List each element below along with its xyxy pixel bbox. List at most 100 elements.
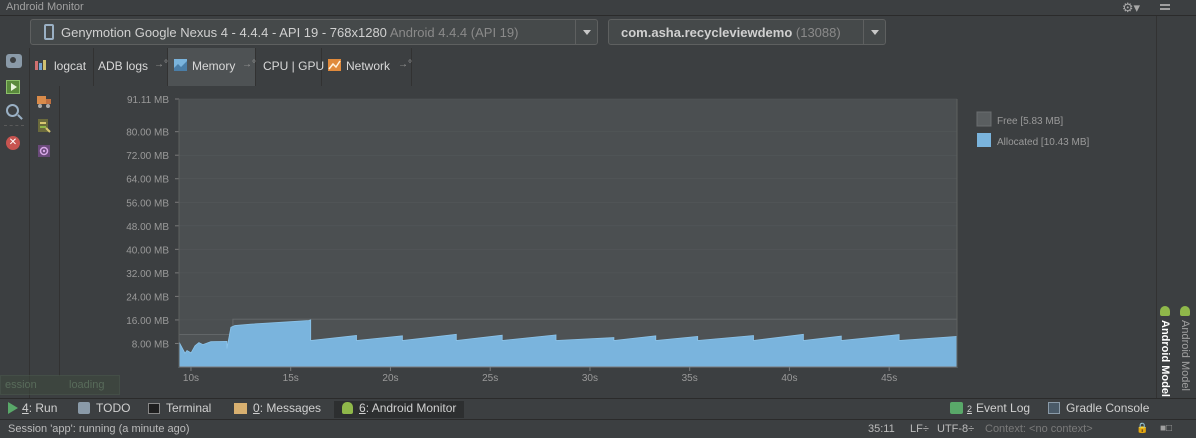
event-log-tool-button[interactable]: 2 Event Log — [950, 401, 1030, 418]
device-name: Genymotion Google Nexus 4 - 4.4.4 - API … — [61, 25, 387, 40]
lock-icon[interactable]: 🔒 — [1136, 423, 1148, 434]
allocation-tracking-icon[interactable] — [37, 144, 51, 158]
gradle-console-label: Gradle Console — [1066, 401, 1150, 415]
x-tick-label: 10s — [183, 373, 199, 384]
memory-indicator-icon[interactable]: ■□ — [1160, 423, 1172, 434]
gear-icon[interactable]: ⚙▾ — [1122, 0, 1140, 16]
caret-position[interactable]: 35:11 — [868, 423, 895, 435]
background-task-indicator: ession loading — [0, 375, 120, 395]
process-selector[interactable]: com.asha.recycleviewdemo (13088) — [608, 19, 886, 45]
event-log-label: Event Log — [976, 401, 1031, 415]
todo-icon — [78, 402, 90, 414]
tab-logcat[interactable]: logcat — [30, 48, 94, 86]
tab-memory[interactable]: Memory →° — [168, 48, 256, 86]
y-tick-label: 64.00 MB — [126, 175, 169, 186]
terminal-tool-button[interactable]: Terminal — [148, 401, 211, 418]
monitor-tool-number: 6 — [359, 401, 366, 415]
legend-label-allocated: Allocated [10.43 MB] — [997, 137, 1089, 148]
messages-tool-label: : Messages — [259, 401, 322, 415]
android-model-tab-2[interactable]: Android Model — [1179, 306, 1191, 391]
terminate-icon[interactable]: ✕ — [6, 136, 20, 150]
device-selector-label: Genymotion Google Nexus 4 - 4.4.4 - API … — [61, 25, 518, 40]
x-tick-label: 30s — [582, 373, 598, 384]
x-tick-label: 15s — [283, 373, 299, 384]
y-tick-label: 56.00 MB — [126, 198, 169, 209]
event-log-icon — [950, 402, 963, 414]
memory-icon — [174, 59, 187, 71]
process-pid: (13088) — [795, 25, 841, 40]
todo-tool-label: TODO — [96, 401, 131, 415]
ghost-text-left: ession — [5, 379, 37, 391]
y-tick-label: 91.11 MB — [127, 95, 169, 106]
messages-tool-number: 0 — [253, 401, 260, 415]
phone-icon — [44, 24, 54, 40]
gc-truck-icon[interactable] — [37, 94, 51, 108]
android-monitor-tool-button[interactable]: 6: Android Monitor — [334, 401, 465, 418]
tool-window-bar: 4: Run TODO Terminal 0: Messages 6: Andr… — [0, 398, 1196, 418]
device-selector[interactable]: Genymotion Google Nexus 4 - 4.4.4 - API … — [30, 19, 598, 45]
x-tick-label: 25s — [482, 373, 498, 384]
x-tick-label: 45s — [881, 373, 897, 384]
camera-icon[interactable] — [6, 54, 22, 68]
pin-icon[interactable]: →° — [154, 59, 168, 70]
tab-adb-logs-label: ADB logs — [98, 59, 149, 73]
file-encoding[interactable]: UTF-8÷ — [937, 423, 974, 435]
toolbar-divider — [4, 125, 24, 126]
device-os: Android 4.4.4 (API 19) — [389, 25, 519, 40]
x-tick-label: 20s — [382, 373, 398, 384]
tool-window-title-bar: Android Monitor ⚙▾ — [0, 0, 1196, 16]
tool-window-title: Android Monitor — [6, 1, 84, 13]
tab-logcat-label: logcat — [54, 59, 87, 73]
terminal-tool-label: Terminal — [166, 401, 212, 415]
tab-network[interactable]: Network →° — [322, 48, 412, 86]
session-status: Session 'app': running (a minute ago) — [8, 423, 190, 435]
logcat-icon — [35, 59, 48, 71]
android-model-label: Android Model — [1159, 320, 1171, 397]
todo-tool-button[interactable]: TODO — [78, 401, 130, 418]
terminal-icon — [148, 403, 160, 414]
y-tick-label: 72.00 MB — [126, 151, 169, 162]
x-tick-label: 40s — [781, 373, 797, 384]
pin-icon[interactable]: →° — [242, 59, 256, 70]
android-icon — [1160, 306, 1170, 316]
y-tick-label: 32.00 MB — [126, 269, 169, 280]
tab-adb-logs[interactable]: ADB logs →° — [94, 48, 168, 86]
android-icon — [1180, 306, 1190, 316]
run-tool-button[interactable]: 4: Run — [8, 401, 57, 418]
android-model-label-2: Android Model — [1179, 320, 1191, 391]
left-toolbar: ✕ — [0, 48, 30, 398]
android-icon — [342, 402, 353, 414]
memory-chart: 91.11 MB 80.00 MB 72.00 MB 64.00 MB 56.00 MB… — [60, 86, 1156, 386]
run-icon[interactable] — [6, 80, 20, 94]
dump-view-icon[interactable] — [6, 104, 19, 117]
line-separator[interactable]: LF÷ — [910, 423, 929, 435]
tab-cpu-gpu[interactable]: CPU | GPU — [256, 48, 324, 86]
x-tick-label: 35s — [682, 373, 698, 384]
y-tick-label: 24.00 MB — [126, 292, 169, 303]
chevron-down-icon[interactable] — [575, 20, 597, 44]
gradle-console-icon — [1048, 402, 1060, 414]
hide-panel-icon[interactable] — [1158, 0, 1172, 14]
status-bar: Session 'app': running (a minute ago) 35… — [0, 419, 1196, 438]
tab-memory-label: Memory — [192, 59, 236, 73]
monitor-tool-label: : Android Monitor — [365, 401, 457, 415]
run-tool-number: 4 — [22, 401, 29, 415]
process-package: com.asha.recycleviewdemo — [621, 25, 793, 40]
messages-tool-button[interactable]: 0: Messages — [234, 401, 321, 418]
y-tick-label: 80.00 MB — [126, 128, 169, 139]
y-tick-label: 16.00 MB — [126, 316, 169, 327]
memory-toolbar — [30, 86, 60, 376]
tab-network-label: Network — [346, 59, 391, 73]
pin-icon[interactable]: →° — [398, 59, 412, 70]
chevron-down-icon[interactable] — [863, 20, 885, 44]
gradle-console-tool-button[interactable]: Gradle Console — [1048, 401, 1149, 418]
y-tick-label: 48.00 MB — [126, 222, 169, 233]
messages-icon — [234, 403, 247, 414]
ghost-text-right: loading — [69, 379, 105, 391]
y-tick-label: 8.00 MB — [132, 339, 170, 350]
legend-label-free: Free [5.83 MB] — [997, 116, 1063, 127]
network-icon — [328, 59, 341, 71]
legend-swatch-free — [976, 111, 992, 127]
android-model-tab[interactable]: Android Model — [1159, 306, 1171, 397]
dump-java-heap-icon[interactable] — [37, 119, 51, 133]
